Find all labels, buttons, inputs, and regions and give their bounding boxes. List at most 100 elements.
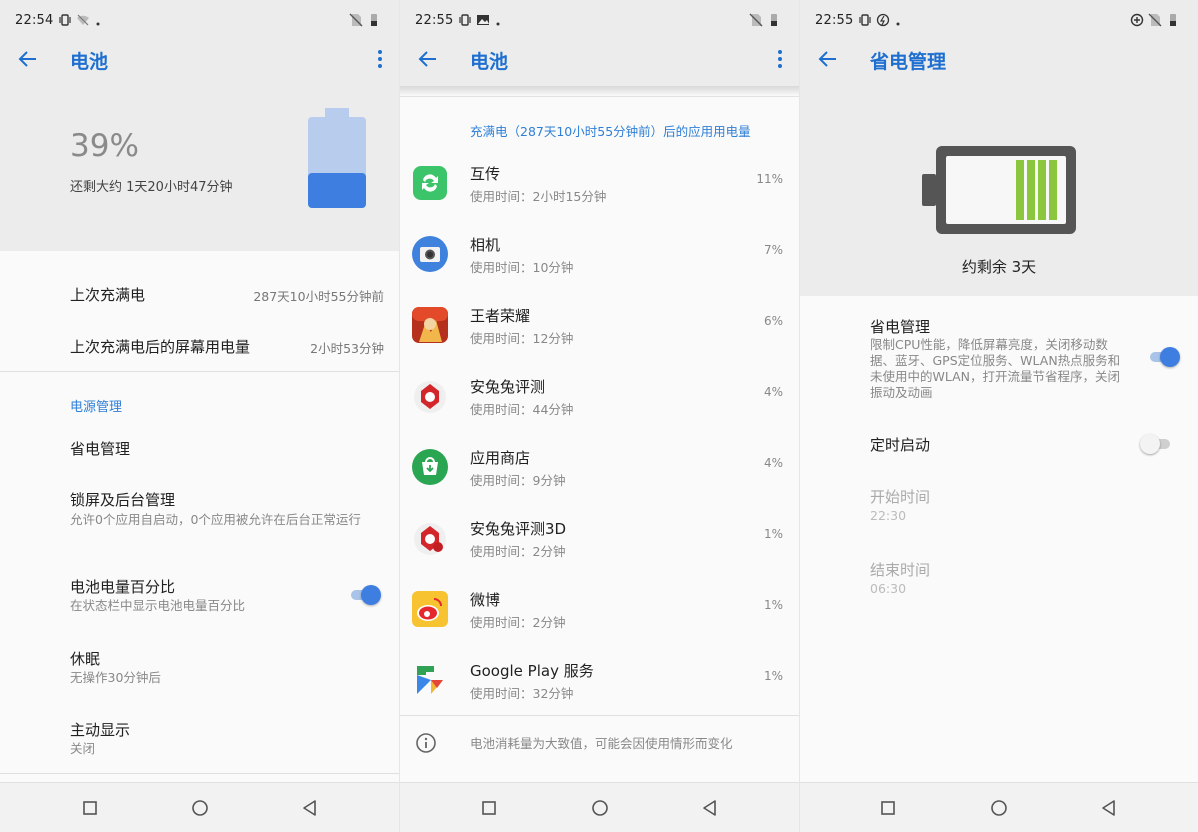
end-time-value: 06:30	[870, 581, 907, 596]
power-saving-summary: 约剩余 3天	[800, 86, 1198, 296]
battery-cell	[1016, 160, 1024, 220]
power-saving-row[interactable]: 省电管理	[0, 432, 399, 466]
antutu3d-icon	[414, 523, 446, 555]
lock-background-sub: 允许0个应用自启动，0个应用被允许在后台正常运行	[70, 512, 361, 527]
info-icon	[416, 733, 436, 753]
app-usage-time: 使用时间：2分钟	[470, 544, 566, 559]
back-triangle-icon[interactable]	[700, 798, 720, 818]
play-services-icon	[417, 666, 443, 694]
app-usage-row[interactable]: Google Play 服务 使用时间：32分钟 1%	[400, 652, 799, 723]
recents-square-icon[interactable]	[479, 798, 499, 818]
app-usage-row[interactable]: 互传 使用时间：2小时15分钟 11%	[400, 155, 799, 226]
divider	[400, 96, 799, 97]
screen-usage-row[interactable]: 上次充满电后的屏幕用电量 2小时53分钟	[0, 328, 399, 362]
battery-percentage-sub: 在状态栏中显示电池电量百分比	[70, 598, 246, 613]
app-usage-row[interactable]: 应用商店 使用时间：9分钟 4%	[400, 439, 799, 510]
battery-level-icon	[308, 108, 366, 208]
app-usage-row[interactable]: 微博 使用时间：2分钟 1%	[400, 581, 799, 652]
power-saving-toggle[interactable]	[1148, 347, 1180, 367]
app-bar: 电池	[400, 32, 799, 86]
notification-dot-icon	[496, 22, 500, 26]
app-usage-time: 使用时间：10分钟	[470, 260, 574, 275]
app-usage-percent: 7%	[763, 243, 783, 257]
recents-square-icon[interactable]	[80, 798, 100, 818]
notification-dot-icon	[96, 22, 100, 26]
more-options-icon[interactable]	[375, 48, 385, 70]
back-arrow-icon[interactable]	[17, 48, 39, 70]
camera-icon	[412, 236, 448, 272]
usage-disclaimer: 电池消耗量为大致值，可能会因使用情形而变化	[470, 736, 733, 751]
notification-dot-icon	[896, 22, 900, 26]
app-usage-percent: 6%	[763, 314, 783, 328]
end-time-row[interactable]: 结束时间 06:30	[800, 557, 1198, 603]
app-usage-percent: 11%	[756, 172, 783, 186]
lock-background-row[interactable]: 锁屏及后台管理 允许0个应用自启动，0个应用被允许在后台正常运行	[0, 485, 399, 545]
scheduled-start-toggle[interactable]	[1140, 434, 1172, 454]
home-circle-icon[interactable]	[190, 798, 210, 818]
home-circle-icon[interactable]	[989, 798, 1009, 818]
app-usage-row[interactable]: 王者荣耀 使用时间：12分钟 6%	[400, 297, 799, 368]
ambient-display-title: 主动显示	[70, 721, 131, 739]
back-triangle-icon[interactable]	[1099, 798, 1119, 818]
vibrate-icon	[59, 14, 71, 26]
power-saving-label: 省电管理	[70, 440, 131, 458]
app-bar: 省电管理	[800, 32, 1198, 86]
recents-square-icon[interactable]	[878, 798, 898, 818]
app-usage-row[interactable]: 相机 使用时间：10分钟 7%	[400, 226, 799, 297]
battery-cell	[1038, 160, 1046, 220]
app-usage-row[interactable]: 安兔兔评测 使用时间：44分钟 4%	[400, 368, 799, 439]
last-full-charge-row[interactable]: 上次充满电 287天10小时55分钟前	[0, 276, 399, 310]
battery-percentage-row[interactable]: 电池电量百分比 在状态栏中显示电池电量百分比	[0, 572, 399, 618]
app-usage-screen: 22:55 电池 充满电（287天10小时55分钟前）后的应用用电量 互传 使用…	[399, 0, 799, 832]
status-bar: 22:54	[0, 0, 399, 32]
app-bar: 电池	[0, 32, 399, 86]
start-time-row[interactable]: 开始时间 22:30	[800, 484, 1198, 530]
battery-status-icon	[771, 14, 777, 26]
power-saving-toggle-row[interactable]: 省电管理 限制CPU性能，降低屏幕亮度，关闭移动数据、蓝牙、GPS定位服务、WL…	[800, 312, 1198, 402]
sleep-row[interactable]: 休眠 无操作30分钟后	[0, 644, 399, 690]
weibo-icon	[412, 591, 448, 627]
home-circle-icon[interactable]	[590, 798, 610, 818]
navigation-bar	[0, 782, 399, 832]
back-arrow-icon[interactable]	[417, 48, 439, 70]
battery-percentage-toggle[interactable]	[349, 585, 381, 605]
battery-percentage-title: 电池电量百分比	[70, 578, 176, 596]
battery-level-icon	[922, 146, 1076, 234]
antutu-icon	[414, 381, 446, 413]
status-time: 22:55	[815, 13, 854, 28]
data-saver-icon	[1130, 13, 1144, 27]
sleep-title: 休眠	[70, 650, 101, 668]
app-name: 微博	[470, 591, 501, 609]
app-usage-percent: 1%	[763, 598, 783, 612]
image-icon	[477, 15, 489, 25]
vibrate-icon	[459, 14, 471, 26]
back-arrow-icon[interactable]	[817, 48, 839, 70]
app-name: 安兔兔评测3D	[470, 520, 567, 538]
end-time-label: 结束时间	[870, 561, 931, 579]
app-usage-percent: 4%	[763, 456, 783, 470]
status-bar: 22:55	[800, 0, 1198, 32]
last-full-charge-label: 上次充满电	[70, 286, 146, 304]
more-options-icon[interactable]	[775, 48, 785, 70]
scheduled-start-row[interactable]: 定时启动	[800, 430, 1198, 460]
app-name: 应用商店	[470, 449, 531, 467]
app-name: 互传	[470, 165, 501, 183]
ambient-display-row[interactable]: 主动显示 关闭	[0, 715, 399, 761]
divider	[400, 715, 799, 716]
divider	[0, 371, 399, 372]
back-triangle-icon[interactable]	[300, 798, 320, 818]
no-sim-icon	[1148, 13, 1162, 27]
app-usage-time: 使用时间：2分钟	[470, 615, 566, 630]
sleep-sub: 无操作30分钟后	[70, 670, 161, 685]
app-usage-row[interactable]: 安兔兔评测3D 使用时间：2分钟 1%	[400, 510, 799, 581]
status-bar: 22:55	[400, 0, 799, 32]
transfer-icon	[413, 166, 447, 200]
screen-usage-label: 上次充满电后的屏幕用电量	[70, 338, 251, 356]
store-icon	[412, 449, 448, 485]
app-usage-percent: 1%	[763, 669, 783, 683]
game-icon	[412, 307, 448, 343]
page-title: 省电管理	[870, 51, 947, 73]
vibrate-icon	[859, 14, 871, 26]
status-time: 22:54	[15, 13, 54, 28]
app-name: Google Play 服务	[470, 662, 594, 680]
